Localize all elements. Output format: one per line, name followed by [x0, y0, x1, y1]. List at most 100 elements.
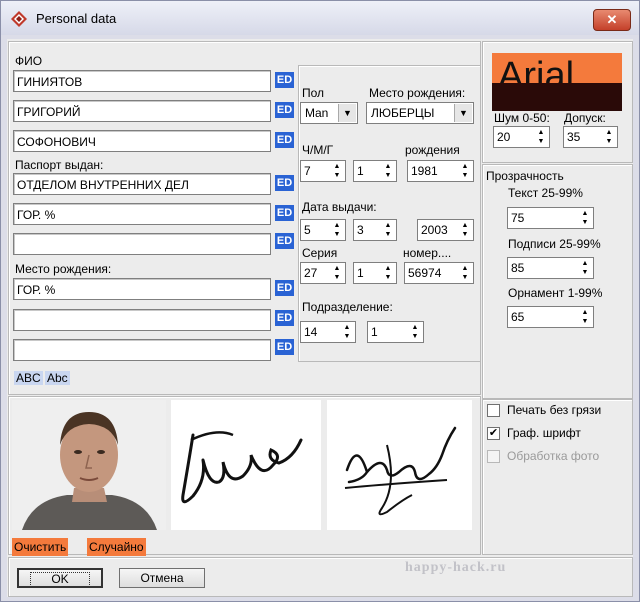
ornament-transparency-spinner[interactable]: 65 ▲ ▼ [507, 306, 594, 328]
number-label: номер.... [403, 246, 452, 260]
sex-select[interactable]: Man ▼ [300, 102, 358, 124]
client-area: ФИО ГИНИЯТОВ ED ГРИГОРИЙ ED СОФОНОВИЧ ED… [7, 39, 633, 597]
issued-line1-field[interactable]: ОТДЕЛОМ ВНУТРЕННИХ ДЕЛ [13, 173, 271, 195]
spinner-arrows-icon[interactable]: ▲ ▼ [408, 323, 422, 341]
subdivision-a-value: 14 [304, 325, 318, 339]
spinner-arrows-icon[interactable]: ▲ ▼ [381, 221, 395, 239]
ed-button-name[interactable]: ED [275, 102, 294, 118]
ed-button-birthplace1[interactable]: ED [275, 280, 294, 296]
case-mixed-button[interactable]: Abc [45, 371, 70, 385]
chevron-down-icon: ▼ [338, 104, 356, 122]
spinner-arrows-icon[interactable]: ▲ ▼ [578, 308, 592, 326]
spinner-arrows-icon[interactable]: ▲ ▼ [330, 162, 344, 180]
birth-month-value: 1 [357, 164, 364, 178]
surname-field[interactable]: ГИНИЯТОВ [13, 70, 271, 92]
spinner-arrows-icon[interactable]: ▲ ▼ [578, 259, 592, 277]
signatures-transparency-spinner[interactable]: 85 ▲ ▼ [507, 257, 594, 279]
subdivision-label: Подразделение: [302, 300, 393, 314]
spinner-arrows-icon[interactable]: ▲ ▼ [534, 128, 548, 146]
birth-year-spinner[interactable]: 1981 ▲ ▼ [407, 160, 474, 182]
spinner-arrows-icon[interactable]: ▲ ▼ [458, 264, 472, 282]
ed-button-birthplace3[interactable]: ED [275, 339, 294, 355]
issued-line3-field[interactable] [13, 233, 271, 255]
photo-processing-checkbox[interactable] [487, 450, 500, 463]
signature-1 [181, 431, 303, 504]
noise-value: 20 [497, 130, 511, 144]
issue-day-value: 5 [304, 223, 311, 237]
issued-label: Паспорт выдан: [15, 158, 104, 172]
spinner-arrows-icon[interactable]: ▲ ▼ [330, 264, 344, 282]
birth-city-label: Место рождения: [369, 86, 466, 100]
birthplace-line2-field[interactable] [13, 309, 271, 331]
subdivision-b-value: 1 [371, 325, 378, 339]
issue-day-spinner[interactable]: 5 ▲ ▼ [300, 219, 346, 241]
close-button[interactable]: ✕ [593, 9, 631, 31]
print-clean-label: Печать без грязи [507, 403, 602, 417]
signatures-transparency-label: Подписи 25-99% [508, 237, 601, 251]
window-title: Personal data [36, 11, 117, 26]
spinner-arrows-icon[interactable]: ▲ ▼ [578, 209, 592, 227]
title-bar: Personal data ✕ [1, 1, 639, 35]
birth-city-select[interactable]: ЛЮБЕРЦЫ ▼ [366, 102, 474, 124]
spinner-arrows-icon[interactable]: ▲ ▼ [602, 128, 616, 146]
signature-image-2 [327, 400, 472, 530]
name-field[interactable]: ГРИГОРИЙ [13, 100, 271, 122]
tolerance-label: Допуск: [564, 111, 606, 125]
graph-font-checkbox[interactable]: ✔ [487, 427, 500, 440]
ok-button[interactable]: OK [17, 568, 103, 588]
ed-button-surname[interactable]: ED [275, 72, 294, 88]
birth-city-value: ЛЮБЕРЦЫ [371, 106, 435, 120]
tolerance-spinner[interactable]: 35 ▲ ▼ [563, 126, 618, 148]
birthplace-line1-field[interactable]: ГОР. % [13, 278, 271, 300]
spinner-arrows-icon[interactable]: ▲ ▼ [330, 221, 344, 239]
watermark: happy-hack.ru [405, 560, 507, 575]
subdivision-b-spinner[interactable]: 1 ▲ ▼ [367, 321, 424, 343]
cancel-button[interactable]: Отмена [119, 568, 205, 588]
birth-day-spinner[interactable]: 7 ▲ ▼ [300, 160, 346, 182]
issue-month-value: 3 [357, 223, 364, 237]
series-b-spinner[interactable]: 1 ▲ ▼ [353, 262, 397, 284]
graph-font-label: Граф. шрифт [507, 426, 581, 440]
spinner-arrows-icon[interactable]: ▲ ▼ [458, 221, 472, 239]
series-a-spinner[interactable]: 27 ▲ ▼ [300, 262, 346, 284]
dmy-label: Ч/М/Г [302, 143, 334, 157]
ed-button-issued2[interactable]: ED [275, 205, 294, 221]
print-clean-checkbox[interactable] [487, 404, 500, 417]
issue-year-spinner[interactable]: 2003 ▲ ▼ [417, 219, 474, 241]
checkmark-icon: ✔ [488, 427, 499, 439]
issued-line2-field[interactable]: ГОР. % [13, 203, 271, 225]
issue-month-spinner[interactable]: 3 ▲ ▼ [353, 219, 397, 241]
font-preview: Arial [492, 53, 622, 111]
random-button[interactable]: Случайно [87, 538, 146, 556]
series-a-value: 27 [304, 266, 318, 280]
photo-processing-label: Обработка фото [507, 449, 600, 463]
birth-day-value: 7 [304, 164, 311, 178]
spinner-arrows-icon[interactable]: ▲ ▼ [381, 264, 395, 282]
spinner-arrows-icon[interactable]: ▲ ▼ [381, 162, 395, 180]
text-transparency-spinner[interactable]: 75 ▲ ▼ [507, 207, 594, 229]
subdivision-a-spinner[interactable]: 14 ▲ ▼ [300, 321, 356, 343]
number-spinner[interactable]: 56974 ▲ ▼ [404, 262, 474, 284]
series-b-value: 1 [357, 266, 364, 280]
spinner-arrows-icon[interactable]: ▲ ▼ [340, 323, 354, 341]
ed-button-birthplace2[interactable]: ED [275, 310, 294, 326]
portrait-photo [12, 400, 166, 530]
birth-month-spinner[interactable]: 1 ▲ ▼ [353, 160, 397, 182]
birthplace-label: Место рождения: [15, 262, 112, 276]
clear-button[interactable]: Очистить [12, 538, 69, 556]
app-icon [11, 11, 27, 27]
ok-label: OK [30, 572, 90, 587]
ed-button-patronymic[interactable]: ED [275, 132, 294, 148]
signature-2 [344, 426, 457, 516]
ed-button-issued1[interactable]: ED [275, 175, 294, 191]
ornament-transparency-label: Орнамент 1-99% [508, 286, 603, 300]
birthplace-line3-field[interactable] [13, 339, 271, 361]
ed-button-issued3[interactable]: ED [275, 233, 294, 249]
spinner-arrows-icon[interactable]: ▲ ▼ [458, 162, 472, 180]
ornament-transparency-value: 65 [511, 310, 525, 324]
noise-label: Шум 0-50: [494, 111, 550, 125]
case-upper-button[interactable]: ABC [14, 371, 43, 385]
patronymic-field[interactable]: СОФОНОВИЧ [13, 130, 271, 152]
noise-spinner[interactable]: 20 ▲ ▼ [493, 126, 550, 148]
tolerance-value: 35 [567, 130, 581, 144]
